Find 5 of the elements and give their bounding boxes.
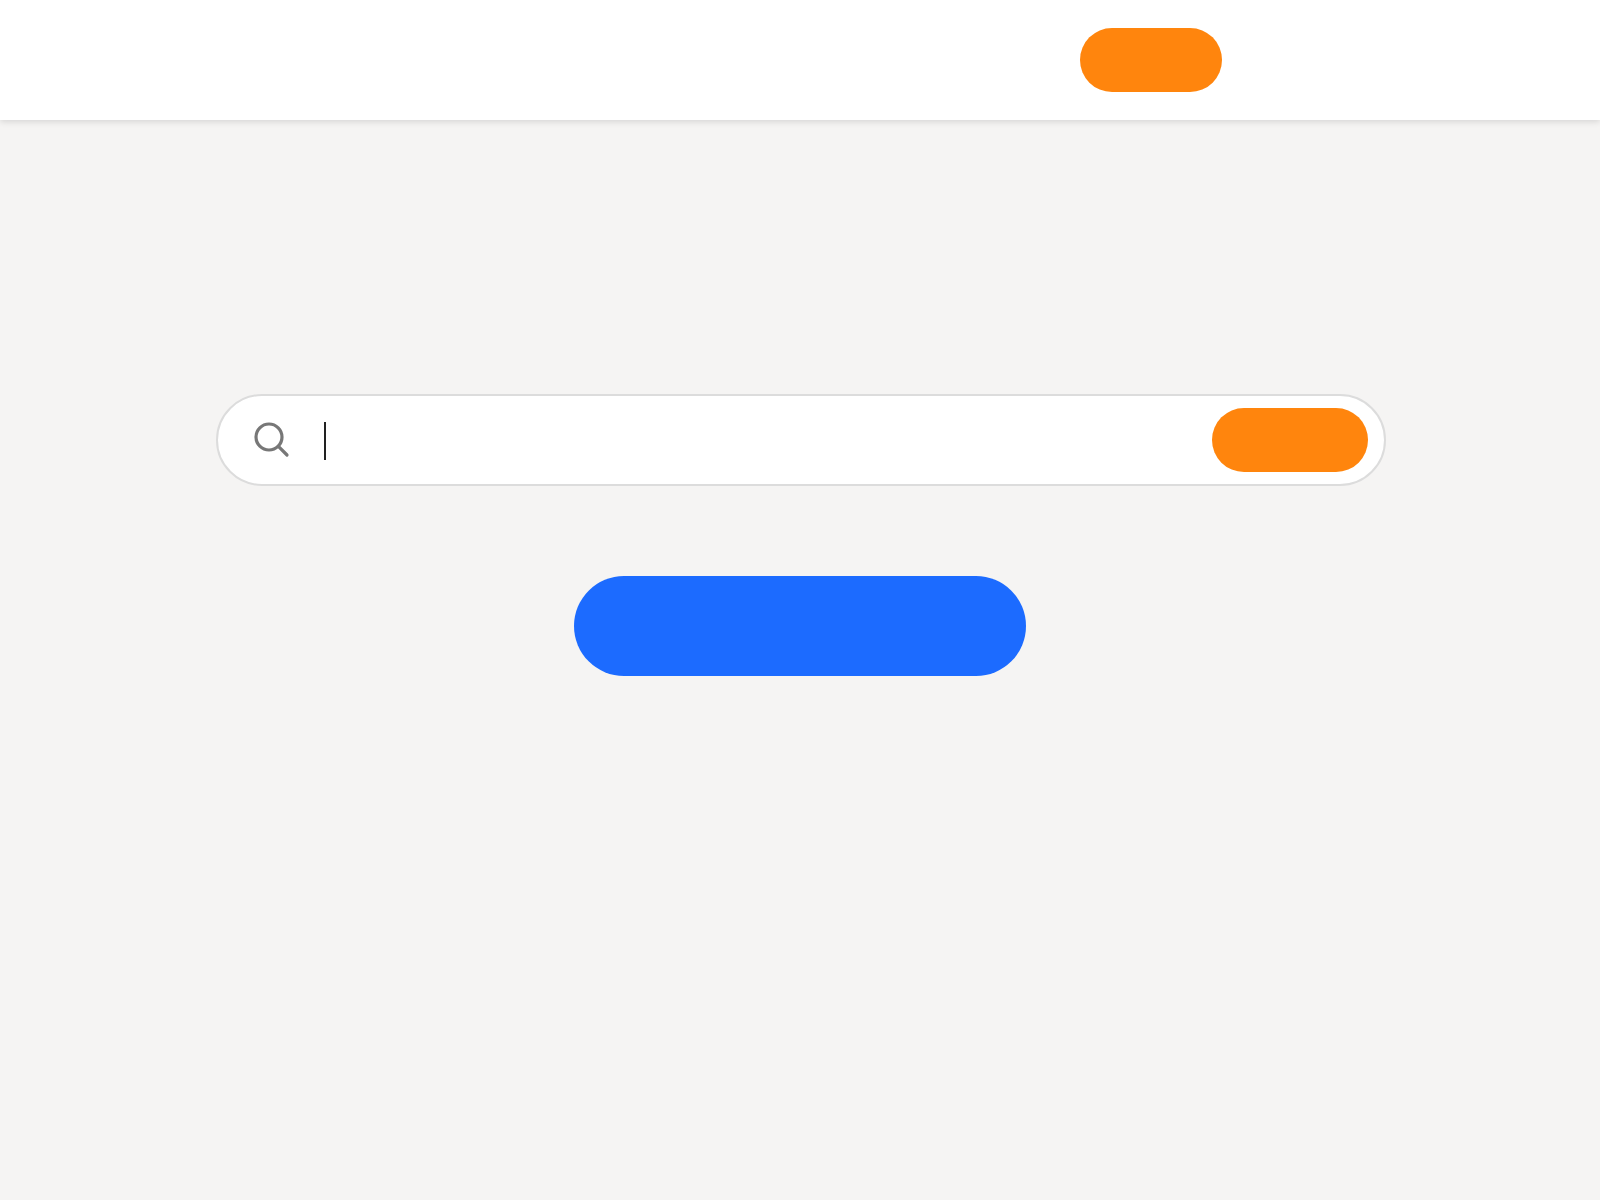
search-field[interactable] (215, 394, 1385, 486)
header-button[interactable] (1080, 28, 1222, 92)
search-button[interactable] (1211, 408, 1367, 472)
primary-button[interactable] (574, 576, 1026, 676)
search-icon (251, 420, 291, 460)
